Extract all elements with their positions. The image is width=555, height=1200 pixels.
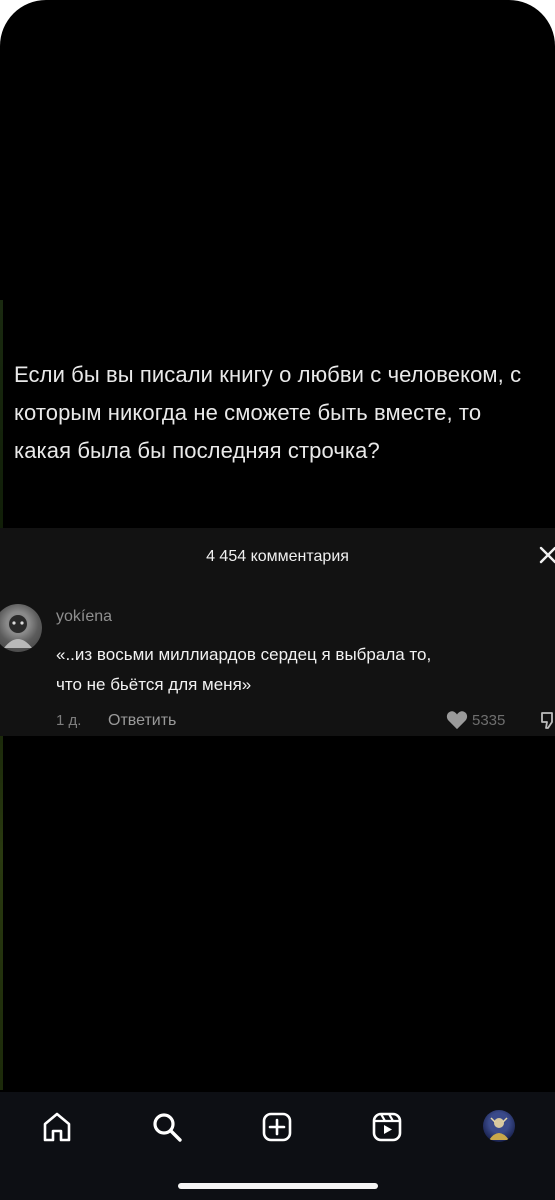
profile-avatar[interactable] (483, 1110, 515, 1142)
comments-panel: 4 454 комментария yokíena «..из восьми м… (0, 528, 555, 736)
home-icon[interactable] (40, 1110, 74, 1144)
heart-icon (446, 711, 468, 730)
reply-button[interactable]: Ответить (108, 712, 176, 730)
comment-username[interactable]: yokíena (56, 608, 112, 626)
comment-time: 1 д. (56, 712, 82, 729)
like-button[interactable]: 5335 (446, 710, 505, 730)
create-post-icon[interactable] (260, 1110, 294, 1144)
comments-count: 4 454 комментария (206, 548, 349, 565)
dislike-icon[interactable] (540, 710, 555, 730)
comment-text: «..из восьми миллиардов сердец я выбрала… (56, 645, 432, 694)
post-screen: Если бы вы писали книгу о любви с челове… (0, 0, 555, 1200)
avatar[interactable] (0, 604, 42, 652)
close-icon[interactable] (537, 544, 555, 566)
reels-icon[interactable] (370, 1110, 404, 1144)
home-indicator (177, 1183, 378, 1189)
like-count: 5335 (472, 711, 506, 729)
post-question-text: Если бы вы писали книгу о любви с челове… (14, 362, 522, 463)
search-icon[interactable] (150, 1110, 184, 1144)
